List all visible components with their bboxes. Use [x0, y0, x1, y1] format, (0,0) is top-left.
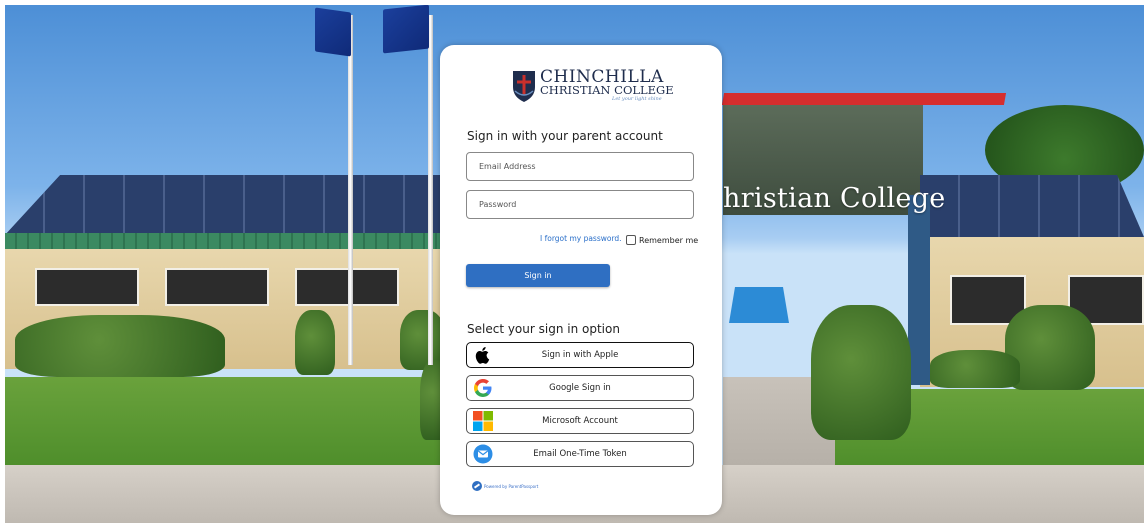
signin-heading: Sign in with your parent account [467, 129, 663, 143]
queensland-flag [383, 5, 429, 54]
lawn-left [5, 377, 465, 471]
college-tagline: Let your light shine [612, 96, 662, 102]
email-input[interactable] [466, 152, 694, 181]
google-signin-button[interactable]: Google Sign in [466, 375, 694, 401]
hedge [811, 305, 911, 440]
google-signin-label: Google Sign in [549, 383, 611, 393]
remember-me[interactable]: Remember me [626, 235, 698, 245]
college-name-line2: CHRISTIAN COLLEGE [540, 83, 674, 97]
roof-gutter-left [5, 233, 465, 249]
password-input[interactable] [466, 190, 694, 219]
email-token-signin-label: Email One-Time Token [533, 449, 627, 459]
sign-in-options-heading: Select your sign in option [467, 322, 620, 336]
email-token-signin-button[interactable]: Email One-Time Token [466, 441, 694, 467]
entrance-canopy [721, 93, 1007, 105]
playground-shade [729, 287, 789, 323]
microsoft-signin-button[interactable]: Microsoft Account [466, 408, 694, 434]
window [295, 268, 399, 306]
window [165, 268, 269, 306]
hedge [295, 310, 335, 375]
forgot-password-link[interactable]: I forgot my password. [540, 234, 622, 243]
building-sign-text: hristian College [723, 183, 946, 214]
sign-in-button[interactable]: Sign in [466, 264, 610, 287]
college-logo: CHINCHILLA CHRISTIAN COLLEGE Let your li… [512, 67, 674, 104]
solar-roof-left [5, 175, 465, 235]
powered-by-text: Powered by ParentPassport [484, 483, 539, 489]
flag-pole [428, 15, 433, 365]
remember-me-label: Remember me [639, 235, 699, 245]
microsoft-signin-label: Microsoft Account [542, 416, 618, 426]
solar-roof-right [920, 175, 1144, 237]
powered-by-badge[interactable]: Powered by ParentPassport [472, 481, 538, 491]
parent-passport-icon [472, 481, 482, 491]
hedge [15, 315, 225, 377]
australian-flag [315, 7, 351, 57]
remember-me-checkbox[interactable] [626, 235, 636, 245]
window [35, 268, 139, 306]
apple-signin-button[interactable]: Sign in with Apple [466, 342, 694, 368]
apple-signin-label: Sign in with Apple [541, 350, 619, 360]
flag-pole [348, 15, 353, 365]
college-crest-icon [513, 71, 535, 102]
canopy-post [908, 195, 930, 385]
login-card: CHINCHILLA CHRISTIAN COLLEGE Let your li… [440, 45, 722, 515]
hedge [930, 350, 1020, 388]
